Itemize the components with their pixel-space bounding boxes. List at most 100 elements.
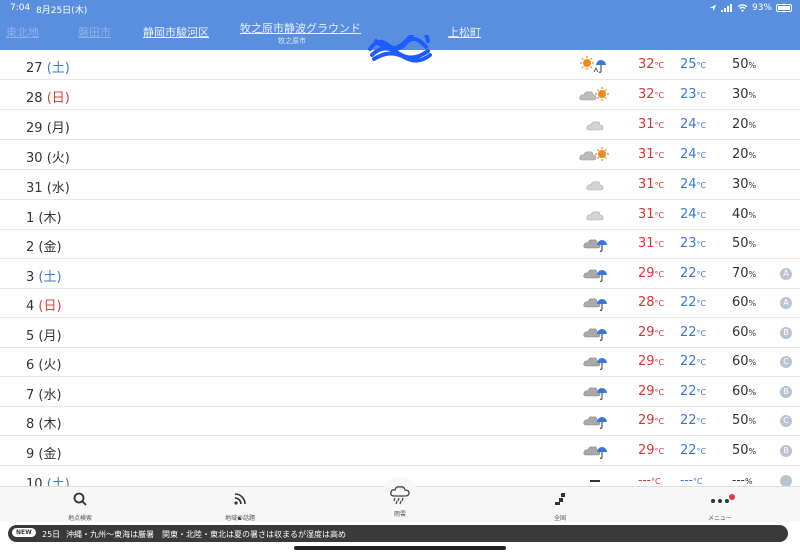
tab-menu[interactable]: メニュー xyxy=(680,491,760,522)
low-temp-value: 24 xyxy=(680,147,697,162)
low-temp-value: 22 xyxy=(680,295,697,310)
precip-chance: 20% xyxy=(732,117,756,132)
reliability-badge: B xyxy=(780,445,792,457)
cloud-rain-icon xyxy=(578,411,612,431)
percent-unit: % xyxy=(745,477,753,486)
home-indicator[interactable] xyxy=(294,546,506,550)
date-cell: 1 (木) xyxy=(26,207,62,226)
high-temp: 31°C xyxy=(638,207,664,222)
low-temp: 24°C xyxy=(680,117,706,132)
high-temp-value: 31 xyxy=(638,147,655,162)
table-row[interactable]: 2 (金) 31°C 23°C 50% xyxy=(0,229,800,259)
table-row[interactable]: 3 (土) 29°C 22°C 70% A xyxy=(0,259,800,289)
cloud-sun-icon xyxy=(578,145,612,165)
percent-unit: % xyxy=(748,151,757,160)
table-row[interactable]: 8 (木) 29°C 22°C 50% C xyxy=(0,406,800,436)
high-temp: 31°C xyxy=(638,177,664,192)
percent-unit: % xyxy=(748,121,757,130)
date-cell: 7 (水) xyxy=(26,384,62,403)
crumb-location-2[interactable]: 静岡市駿河区 xyxy=(143,24,209,40)
temp-unit: °C xyxy=(696,151,707,160)
percent-unit: % xyxy=(748,447,757,456)
table-row[interactable]: 27 (土) 32°C 25°C 50% xyxy=(0,50,800,80)
day-number: 28 xyxy=(26,91,43,106)
table-row[interactable]: 9 (金) 29°C 22°C 50% B xyxy=(0,436,800,466)
date-cell: 28 (日) xyxy=(26,87,70,106)
precip-chance: 60% xyxy=(732,354,756,369)
low-temp-value: 22 xyxy=(680,354,697,369)
low-temp: 22°C xyxy=(680,266,706,281)
table-row[interactable]: 29 (月) 31°C 24°C 20% xyxy=(0,110,800,140)
percent-unit: % xyxy=(748,91,757,100)
high-temp: 29°C xyxy=(638,354,664,369)
tab-label: 地点検索 xyxy=(67,515,92,522)
temp-unit: °C xyxy=(696,270,707,279)
precip-value: 50 xyxy=(732,413,749,428)
temp-unit: °C xyxy=(654,211,665,220)
high-temp: 29°C xyxy=(638,413,664,428)
temp-unit: °C xyxy=(693,477,703,486)
low-temp-value: 24 xyxy=(680,177,697,192)
low-temp-value: 22 xyxy=(680,413,697,428)
temp-unit: °C xyxy=(696,91,707,100)
day-of-week: (金) xyxy=(38,240,62,255)
crumb-location-current[interactable]: 牧之原市静波グラウンド xyxy=(240,20,361,36)
tab-local-topics[interactable]: 地域の話題 xyxy=(200,491,280,522)
header: 7:04 8月25日(木) 93% 東北地 磐田市 静岡市駿河区 牧之原市静波グ… xyxy=(0,0,800,63)
tab-rain-cloud[interactable]: 雨雲 xyxy=(360,485,440,518)
precip-value: 70 xyxy=(732,266,749,281)
rain-cloud-icon xyxy=(390,486,410,505)
temp-unit: °C xyxy=(696,240,707,249)
news-ticker[interactable]: NEW 25日 沖縄・九州〜東海は厳暑 関東・北陸・東北は夏の暑さは収まるが湿度… xyxy=(8,525,788,542)
high-temp-value: 28 xyxy=(638,295,655,310)
table-row[interactable]: 4 (日) 28°C 22°C 60% A xyxy=(0,288,800,318)
precip-value: 60 xyxy=(732,325,749,340)
percent-unit: % xyxy=(748,240,757,249)
high-temp: ---°C xyxy=(638,473,661,487)
table-row[interactable]: 7 (水) 29°C 22°C 60% B xyxy=(0,377,800,407)
day-number: 31 xyxy=(26,181,43,196)
date-cell: 31 (水) xyxy=(26,177,70,196)
high-temp: 31°C xyxy=(638,147,664,162)
table-row[interactable]: 5 (月) 29°C 22°C 60% B xyxy=(0,318,800,348)
reliability-badge: B xyxy=(780,386,792,398)
precip-value: 40 xyxy=(732,207,749,222)
day-number: 1 xyxy=(26,211,35,226)
tab-nationwide[interactable]: 全国 xyxy=(520,491,600,522)
crumb-location-4[interactable]: 上松町 xyxy=(448,24,481,40)
cloud-sun-icon xyxy=(578,85,612,105)
percent-unit: % xyxy=(748,181,757,190)
percent-unit: % xyxy=(748,211,757,220)
percent-unit: % xyxy=(748,61,757,70)
status-date: 8月25日(木) xyxy=(36,6,88,16)
crumb-location-0[interactable]: 東北地 xyxy=(6,24,39,40)
precip-value: 60 xyxy=(732,295,749,310)
temp-unit: °C xyxy=(651,477,661,486)
new-badge: NEW xyxy=(12,528,36,537)
table-row[interactable]: 1 (木) 31°C 24°C 40% xyxy=(0,200,800,230)
date-cell: 2 (金) xyxy=(26,236,62,255)
reliability-badge: A xyxy=(780,297,792,309)
reliability-badge: B xyxy=(780,327,792,339)
table-row[interactable]: 30 (火) 31°C 24°C 20% xyxy=(0,140,800,170)
day-number: 3 xyxy=(26,270,35,285)
active-tab-indicator xyxy=(238,517,241,520)
low-temp: 23°C xyxy=(680,236,706,251)
day-of-week: (火) xyxy=(38,358,62,373)
date-cell: 3 (土) xyxy=(26,266,62,285)
tab-label: 雨雲 xyxy=(393,511,406,518)
crumb-location-1[interactable]: 磐田市 xyxy=(78,24,111,40)
table-row[interactable]: 31 (水) 31°C 24°C 30% xyxy=(0,170,800,200)
day-number: 9 xyxy=(26,447,35,462)
signal-icon xyxy=(720,4,732,12)
tab-location-search[interactable]: 地点検索 xyxy=(40,491,120,522)
date-cell: 9 (金) xyxy=(26,443,62,462)
high-temp-value: 29 xyxy=(638,443,655,458)
table-row[interactable]: 28 (日) 32°C 23°C 30% xyxy=(0,80,800,110)
search-icon xyxy=(73,492,87,506)
cloud-icon xyxy=(578,175,612,195)
day-of-week: (月) xyxy=(38,329,62,344)
high-temp: 32°C xyxy=(638,57,664,72)
high-temp-value: --- xyxy=(638,473,651,487)
table-row[interactable]: 6 (火) 29°C 22°C 60% C xyxy=(0,347,800,377)
